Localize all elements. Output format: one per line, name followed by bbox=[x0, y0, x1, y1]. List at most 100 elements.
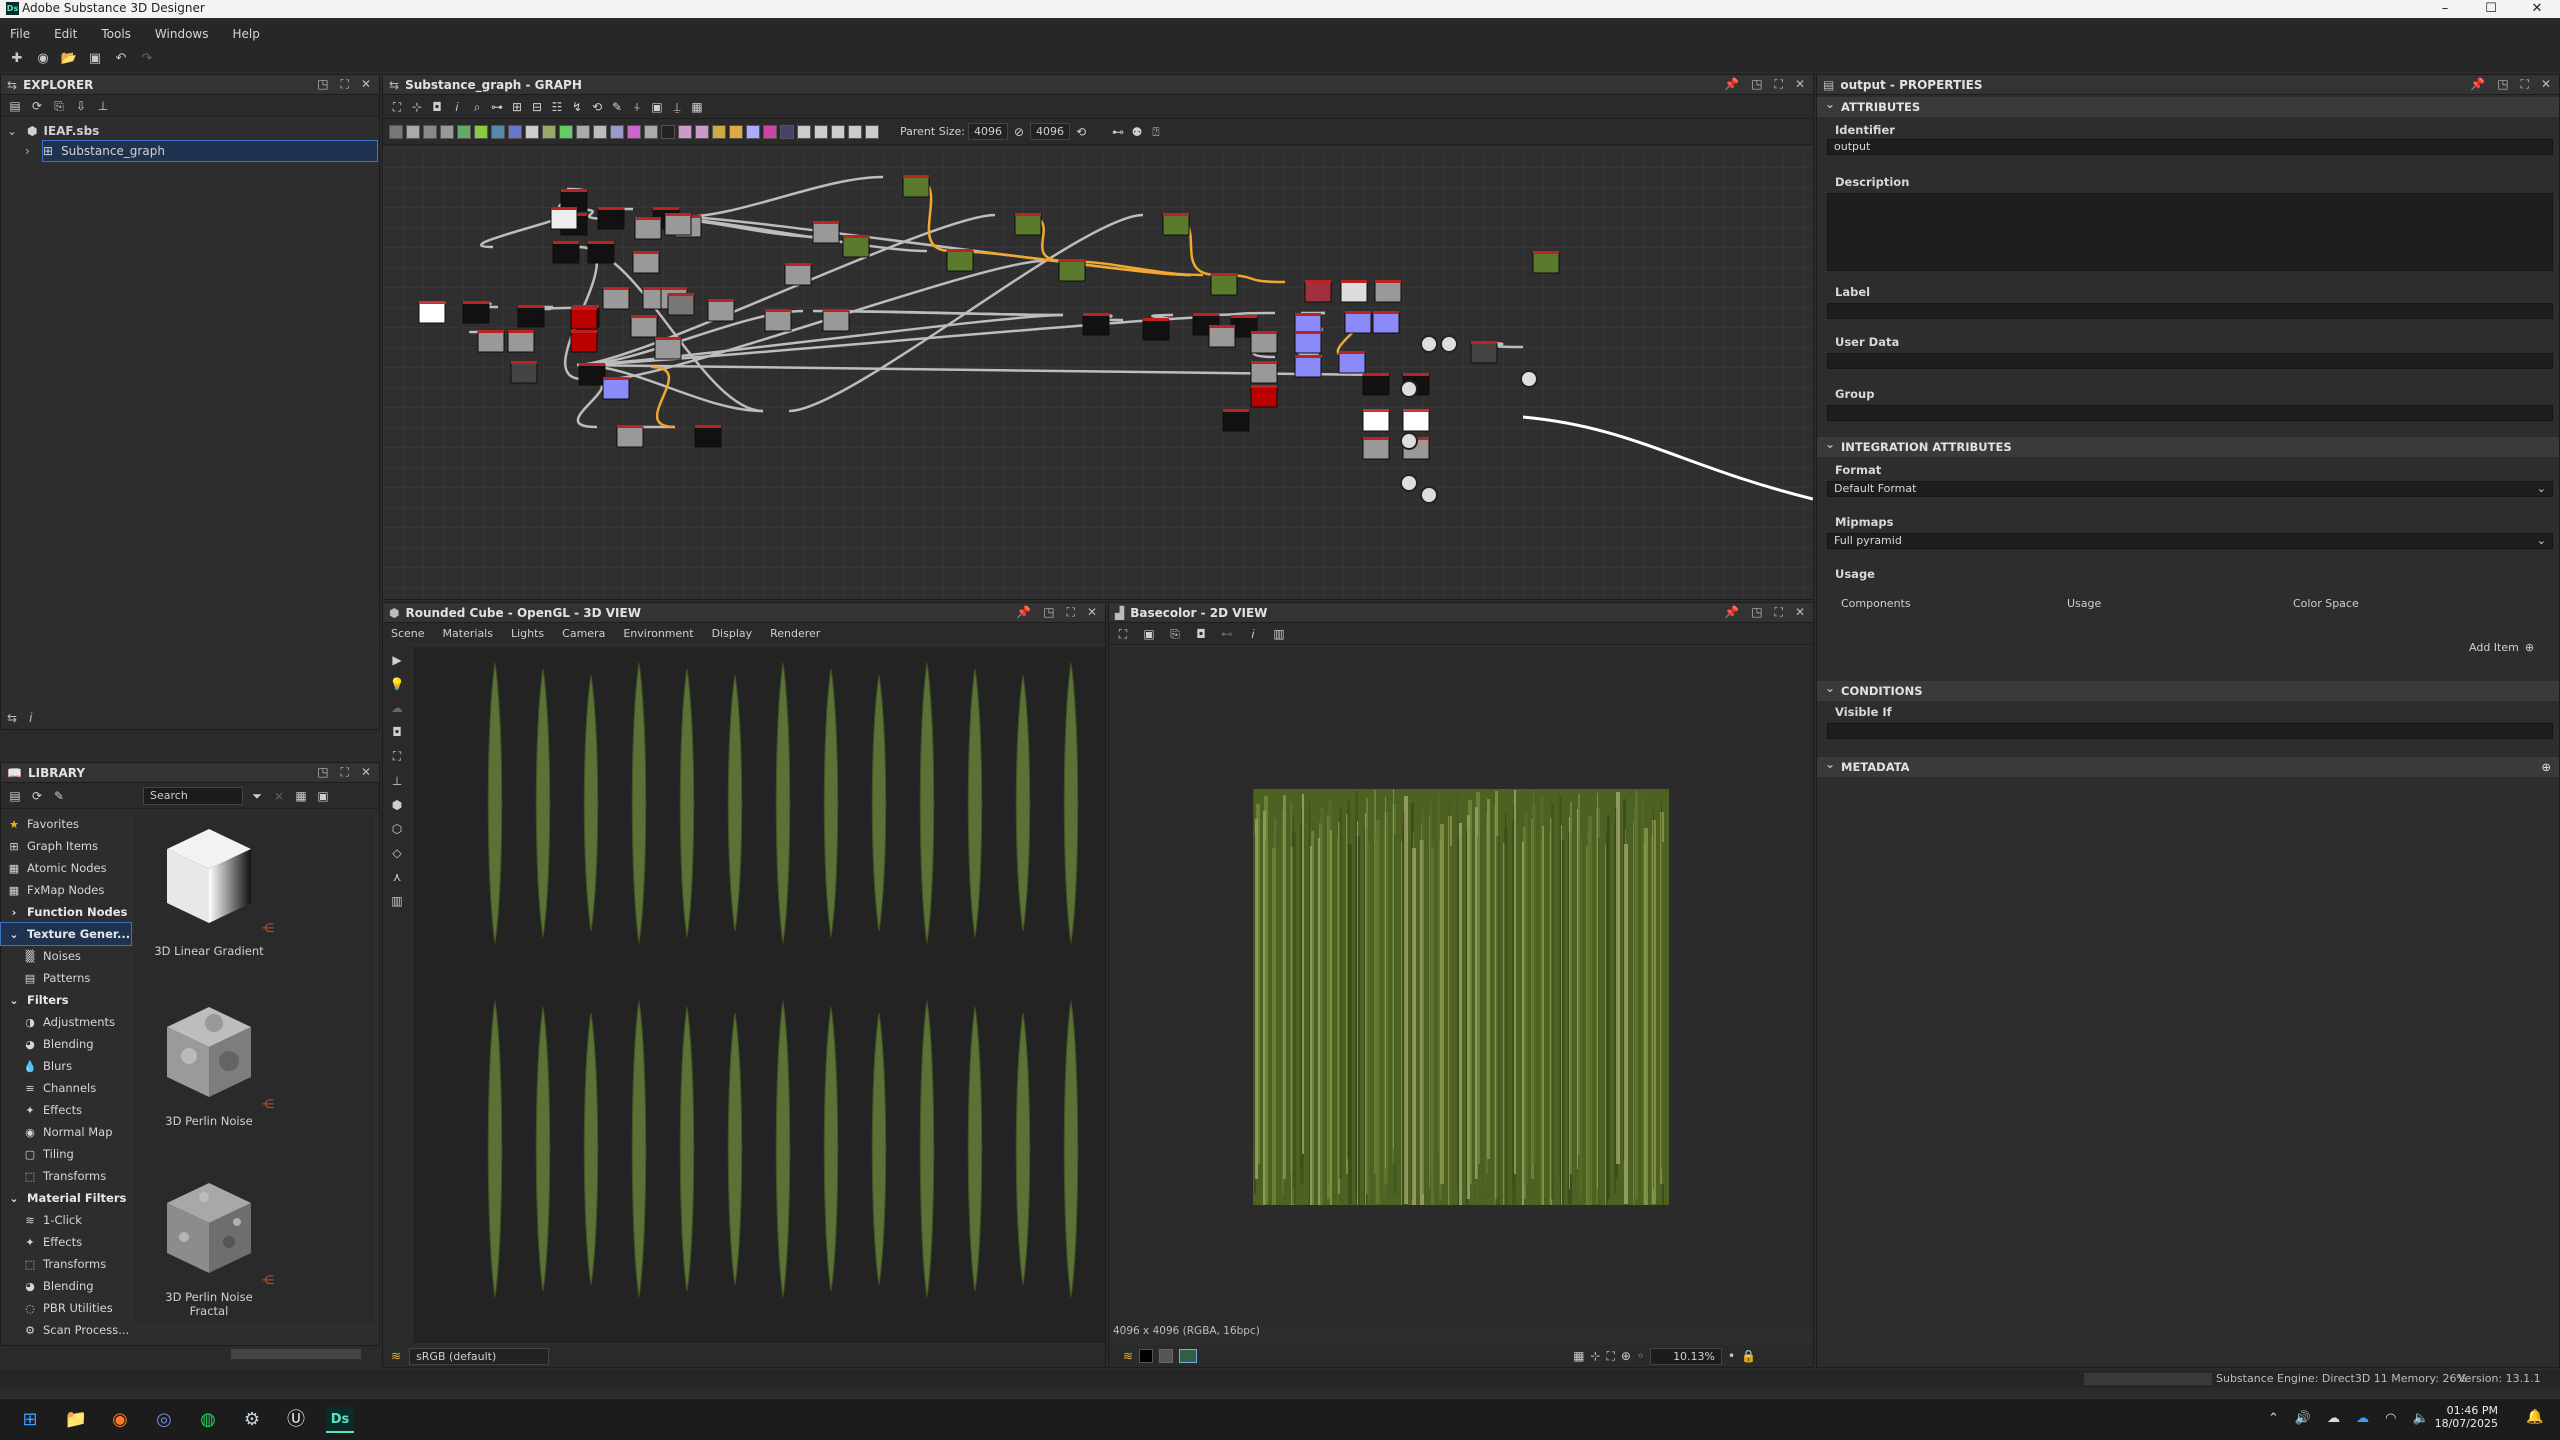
graph-node[interactable] bbox=[654, 338, 682, 360]
new-icon[interactable]: ▤ bbox=[7, 98, 23, 114]
atomic-node-shortcut[interactable] bbox=[593, 124, 607, 139]
graph-node[interactable] bbox=[1304, 281, 1332, 303]
output-node-icon[interactable] bbox=[1400, 380, 1418, 398]
library-category-item[interactable]: ▒ Noises bbox=[1, 945, 131, 967]
graph-node[interactable] bbox=[784, 264, 812, 286]
graph-node[interactable] bbox=[667, 294, 695, 316]
random-icon[interactable]: ⚉ bbox=[1129, 124, 1145, 140]
graph-node[interactable] bbox=[570, 331, 598, 353]
paint-icon[interactable]: ⟲ bbox=[589, 99, 605, 115]
library-category-item[interactable]: ▦ FxMap Nodes bbox=[1, 879, 131, 901]
menu-file[interactable]: File bbox=[10, 27, 30, 41]
menu-camera[interactable]: Camera bbox=[562, 627, 605, 640]
description-field[interactable] bbox=[1827, 193, 2553, 271]
graph-node[interactable] bbox=[1162, 214, 1190, 236]
library-category-item[interactable]: ⊞ Graph Items bbox=[1, 835, 131, 857]
library-category-item[interactable]: ⌄ Texture Gener... bbox=[0, 922, 132, 946]
layers-icon[interactable]: ≋ bbox=[391, 1349, 401, 1363]
info-icon[interactable]: 𝑖 bbox=[1245, 626, 1261, 642]
refresh-icon[interactable]: ⟳ bbox=[29, 788, 45, 804]
light-icon[interactable]: 💡 bbox=[390, 677, 405, 691]
graph-node[interactable] bbox=[1250, 362, 1278, 384]
menu-windows[interactable]: Windows bbox=[155, 27, 209, 41]
library-scrollbar[interactable] bbox=[231, 1349, 361, 1359]
graph-node[interactable] bbox=[842, 236, 870, 258]
graph-node[interactable] bbox=[632, 252, 660, 274]
float-icon[interactable]: ◳ bbox=[1043, 605, 1054, 620]
visible-if-field[interactable] bbox=[1827, 723, 2553, 739]
atomic-node-shortcut[interactable] bbox=[474, 124, 488, 139]
speaker-icon[interactable]: 🔊 bbox=[2295, 1411, 2311, 1426]
graph-node[interactable] bbox=[664, 214, 692, 236]
library-category-item[interactable]: ◕ Blending bbox=[1, 1033, 131, 1055]
histogram-icon[interactable]: ▥ bbox=[1271, 626, 1287, 642]
grid-icon[interactable]: ▦ bbox=[689, 99, 705, 115]
library-item-3d-perlin-noise[interactable]: 3D Perlin Noise bbox=[154, 1001, 264, 1128]
tweak-icon[interactable]: ⊷ bbox=[1110, 124, 1126, 140]
axis-icon[interactable]: ⊥ bbox=[392, 774, 402, 788]
minimize-button[interactable]: – bbox=[2422, 0, 2468, 18]
atomic-node-shortcut[interactable] bbox=[712, 124, 726, 139]
reset-zoom-icon[interactable]: ⊕ bbox=[1621, 1349, 1631, 1363]
graph-node[interactable] bbox=[602, 378, 630, 400]
library-category-item[interactable]: › Function Nodes bbox=[1, 901, 131, 923]
library-item-3d-perlin-noise-fractal[interactable]: 3D Perlin Noise Fractal bbox=[154, 1177, 264, 1318]
graph-node[interactable] bbox=[418, 302, 446, 324]
file-explorer-icon[interactable]: 📁 bbox=[62, 1407, 90, 1433]
atomic-node-shortcut[interactable] bbox=[491, 124, 505, 139]
maximize-panel-icon[interactable]: ⛶ bbox=[341, 77, 349, 92]
graph-node[interactable] bbox=[587, 242, 615, 264]
graph-node[interactable] bbox=[602, 288, 630, 310]
graph-node[interactable] bbox=[570, 308, 598, 330]
graph-node[interactable] bbox=[1058, 260, 1086, 282]
fit-icon[interactable]: ⛶ bbox=[1115, 626, 1131, 642]
screenshot-icon[interactable]: ◘ bbox=[429, 99, 445, 115]
graph-node[interactable] bbox=[1338, 352, 1366, 374]
library-category-item[interactable]: ★ Favorites bbox=[1, 813, 131, 835]
atomic-node-shortcut[interactable] bbox=[729, 124, 743, 139]
graph-node[interactable] bbox=[630, 316, 658, 338]
close-panel-icon[interactable]: ✕ bbox=[2541, 77, 2551, 92]
graph-node[interactable] bbox=[1142, 319, 1170, 341]
view-mode-icon[interactable]: ▦ bbox=[293, 788, 309, 804]
library-category-item[interactable]: ◉ Normal Map bbox=[1, 1121, 131, 1143]
close-panel-icon[interactable]: ✕ bbox=[361, 765, 371, 780]
close-panel-icon[interactable]: ✕ bbox=[1795, 77, 1805, 92]
search-icon[interactable]: ⌕ bbox=[469, 99, 485, 115]
atomic-node-shortcut[interactable] bbox=[848, 124, 862, 139]
attributes-section[interactable]: ATTRIBUTES bbox=[1817, 97, 2559, 117]
add-metadata-icon[interactable]: ⊕ bbox=[2541, 760, 2551, 774]
library-category-item[interactable]: ⬚ Transforms bbox=[1, 1253, 131, 1275]
library-menu-icon[interactable]: ▤ bbox=[7, 788, 23, 804]
undo-icon[interactable]: ↶ bbox=[112, 50, 130, 68]
reset-size-icon[interactable]: ⟲ bbox=[1073, 124, 1089, 140]
save-all-icon[interactable]: ⎘ bbox=[51, 98, 67, 114]
grid-snap-icon[interactable]: ⊞ bbox=[509, 99, 525, 115]
view2d-viewport[interactable] bbox=[1109, 647, 1813, 1331]
graph-node[interactable] bbox=[1340, 281, 1368, 303]
tile-icon[interactable]: ⊹ bbox=[1590, 1349, 1600, 1363]
userdata-field[interactable] bbox=[1827, 353, 2553, 369]
tangent-icon[interactable]: ⋏ bbox=[393, 870, 402, 884]
menu-lights[interactable]: Lights bbox=[511, 627, 544, 640]
atomic-node-shortcut[interactable] bbox=[508, 124, 522, 139]
output-node-icon[interactable] bbox=[1440, 335, 1458, 353]
brush-icon[interactable]: ✎ bbox=[609, 99, 625, 115]
menu-help[interactable]: Help bbox=[232, 27, 259, 41]
volume-icon[interactable]: 🔈 bbox=[2412, 1411, 2428, 1426]
maximize-panel-icon[interactable]: ⛶ bbox=[341, 765, 349, 780]
menu-renderer[interactable]: Renderer bbox=[770, 627, 820, 640]
float-icon[interactable]: ◳ bbox=[1751, 77, 1762, 92]
spotify-icon[interactable]: ◍ bbox=[194, 1407, 222, 1433]
save-icon[interactable]: ▣ bbox=[86, 50, 104, 68]
output-node-icon[interactable] bbox=[1400, 474, 1418, 492]
refresh-icon[interactable]: ⟳ bbox=[29, 98, 45, 114]
library-category-item[interactable]: ▢ Tiling bbox=[1, 1143, 131, 1165]
graph-node[interactable] bbox=[597, 208, 625, 230]
menu-display[interactable]: Display bbox=[712, 627, 753, 640]
atomic-node-shortcut[interactable] bbox=[525, 124, 539, 139]
float-icon[interactable]: ◳ bbox=[317, 765, 328, 780]
label-field[interactable] bbox=[1827, 303, 2553, 319]
atomic-node-shortcut[interactable] bbox=[644, 124, 658, 139]
colorspace-dropdown[interactable]: sRGB (default) bbox=[409, 1347, 550, 1365]
